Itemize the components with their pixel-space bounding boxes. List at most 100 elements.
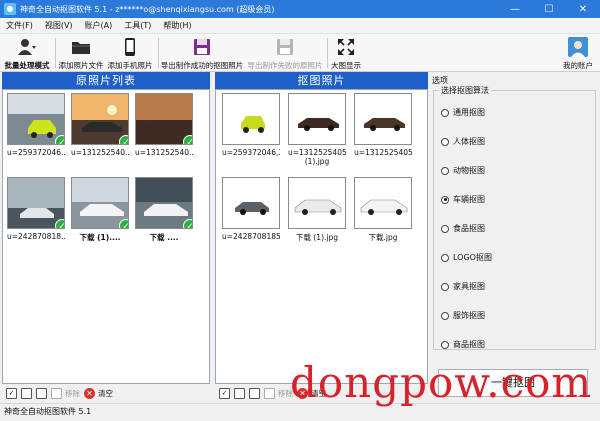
cutout-list-header: 抠图照片 — [215, 72, 428, 89]
thumb-caption: u=242870818... — [7, 232, 65, 241]
original-thumb[interactable]: ✓ u=131252540... — [71, 93, 129, 157]
radio-label: LOGO抠图 — [453, 253, 492, 262]
cutout-thumb[interactable]: u=259372046,3... — [222, 93, 280, 157]
radio-furniture[interactable]: 家具抠图 — [441, 281, 485, 292]
save-disk-disabled-icon — [277, 39, 293, 55]
radio-icon — [441, 137, 449, 146]
success-check-icon: ✓ — [55, 135, 64, 144]
thumb-caption: u=1312525405... — [354, 148, 412, 157]
radio-label: 通用抠图 — [453, 108, 485, 117]
radio-icon — [441, 311, 449, 320]
original-thumb[interactable]: ✓ u=242870818... — [7, 177, 65, 241]
select-all-icon[interactable]: ✓ — [219, 387, 230, 399]
original-thumb[interactable]: ✓ u=259372046... — [7, 93, 65, 157]
account-avatar-icon — [568, 37, 588, 57]
batch-mode-button[interactable]: 批量处理模式 — [2, 34, 52, 72]
radio-label: 服饰抠图 — [453, 311, 485, 320]
remove-icon[interactable] — [51, 387, 62, 399]
photo-thumbnail: ✓ — [7, 177, 65, 229]
car-cutout-icon — [235, 202, 269, 215]
radio-general[interactable]: 通用抠图 — [441, 107, 485, 118]
menu-view[interactable]: 视图(V) — [39, 20, 79, 31]
car-cutout-icon — [364, 118, 405, 131]
thumb-caption: u=131252540... — [71, 148, 129, 157]
car-cutout-icon — [298, 118, 339, 131]
cutout-thumb[interactable]: u=1312525405... (1).jpg — [288, 93, 346, 166]
clear-button[interactable]: 清空 — [98, 388, 113, 399]
photo-thumbnail: ✓ — [71, 93, 129, 145]
add-phone-button[interactable]: 添加手机照片 — [106, 34, 154, 72]
car-cutout-icon — [294, 199, 342, 215]
car-cutout-icon — [241, 116, 265, 133]
toolbar-divider — [327, 38, 328, 68]
close-button[interactable]: ✕ — [566, 0, 600, 18]
export-failed-label: 导出制作失败的原照片 — [247, 61, 323, 70]
radio-clothing[interactable]: 服饰抠图 — [441, 310, 485, 321]
cutout-thumb[interactable]: u=1312525405... — [354, 93, 412, 157]
select-none-icon[interactable] — [21, 387, 32, 399]
export-success-button[interactable]: 导出制作成功的抠图照片 — [160, 34, 244, 72]
thumb-caption: u=131252540... — [135, 148, 193, 157]
my-account-label: 我的账户 — [563, 61, 593, 70]
select-none-icon[interactable] — [234, 387, 245, 399]
remove-icon[interactable] — [264, 387, 275, 399]
cutout-thumbnail — [222, 93, 280, 145]
toolbar-divider — [158, 38, 159, 68]
radio-logo[interactable]: LOGO抠图 — [441, 252, 492, 263]
invert-select-icon[interactable] — [36, 387, 47, 399]
radio-icon — [441, 224, 449, 233]
radio-label: 家具抠图 — [453, 282, 485, 291]
radio-animal[interactable]: 动物抠图 — [441, 165, 485, 176]
large-view-button[interactable]: 大图显示 — [329, 34, 363, 72]
thumb-caption: u=259372046,3... — [222, 148, 280, 157]
cutout-thumb[interactable]: u=2428708185... — [222, 177, 280, 241]
car-cutout-icon — [360, 199, 408, 215]
cutout-list-panel[interactable]: u=259372046,3... u=1312525405... (1).jpg… — [215, 89, 428, 384]
radio-label: 车辆抠图 — [453, 195, 485, 204]
photo-thumbnail: ✓ — [7, 93, 65, 145]
radio-label: 人体抠图 — [453, 137, 485, 146]
my-account-button[interactable]: 我的账户 — [558, 34, 598, 72]
large-view-label: 大图显示 — [331, 61, 361, 70]
radio-icon — [441, 108, 449, 117]
radio-product[interactable]: 商品抠图 — [441, 339, 485, 350]
radio-label: 食品抠图 — [453, 224, 485, 233]
app-icon — [4, 3, 16, 15]
menu-tools[interactable]: 工具(T) — [118, 20, 157, 31]
original-thumb[interactable]: ✓ 下载 (1).... — [71, 177, 129, 243]
batch-mode-label: 批量处理模式 — [4, 61, 50, 70]
phone-icon — [125, 38, 135, 56]
invert-select-icon[interactable] — [249, 387, 260, 399]
radio-food[interactable]: 食品抠图 — [441, 223, 485, 234]
radio-icon — [441, 340, 449, 349]
toolbar: 批量处理模式 添加照片文件 添加手机照片 导出制作成功的抠图照片 导出制作失败的… — [0, 34, 600, 72]
cutout-thumbnail — [222, 177, 280, 229]
menu-help[interactable]: 帮助(H) — [157, 20, 197, 31]
cutout-thumb[interactable]: 下载.jpg — [354, 177, 412, 243]
thumb-caption: u=1312525405... — [288, 148, 346, 157]
cutout-thumb[interactable]: 下载 (1).jpg — [288, 177, 346, 243]
clear-icon[interactable]: ✕ — [84, 387, 95, 399]
thumb-caption-line2: (1).jpg — [304, 157, 330, 166]
window-title: 神奇全自动抠图软件 5.1 - z******o@shenqixiangsu.c… — [20, 4, 275, 14]
menu-file[interactable]: 文件(F) — [0, 20, 39, 31]
algorithm-group: 选择抠图算法 通用抠图 人体抠图 动物抠图 车辆抠图 食品抠图 LOGO抠图 家… — [433, 85, 596, 350]
radio-vehicle[interactable]: 车辆抠图 — [441, 194, 485, 205]
original-list-header: 原照片列表 — [2, 72, 210, 89]
select-all-icon[interactable]: ✓ — [6, 387, 17, 399]
radio-human[interactable]: 人体抠图 — [441, 136, 485, 147]
menu-account[interactable]: 账户(A) — [79, 20, 119, 31]
add-file-button[interactable]: 添加照片文件 — [57, 34, 105, 72]
export-failed-button[interactable]: 导出制作失败的原照片 — [246, 34, 324, 72]
original-thumb[interactable]: ✓ u=131252540... — [135, 93, 193, 157]
thumb-caption: 下载 .... — [149, 233, 179, 242]
cutout-thumbnail — [288, 93, 346, 145]
original-list-panel[interactable]: ✓ u=259372046... ✓ u=131252540... ✓ u=13… — [2, 89, 210, 384]
original-thumb[interactable]: ✓ 下载 .... — [135, 177, 193, 243]
minimize-button[interactable]: — — [498, 0, 532, 18]
thumb-caption: 下载 (1).... — [79, 233, 121, 242]
radio-label: 动物抠图 — [453, 166, 485, 175]
remove-button[interactable]: 移除 — [65, 388, 80, 399]
photo-thumbnail: ✓ — [71, 177, 129, 229]
maximize-button[interactable]: ☐ — [532, 0, 566, 18]
